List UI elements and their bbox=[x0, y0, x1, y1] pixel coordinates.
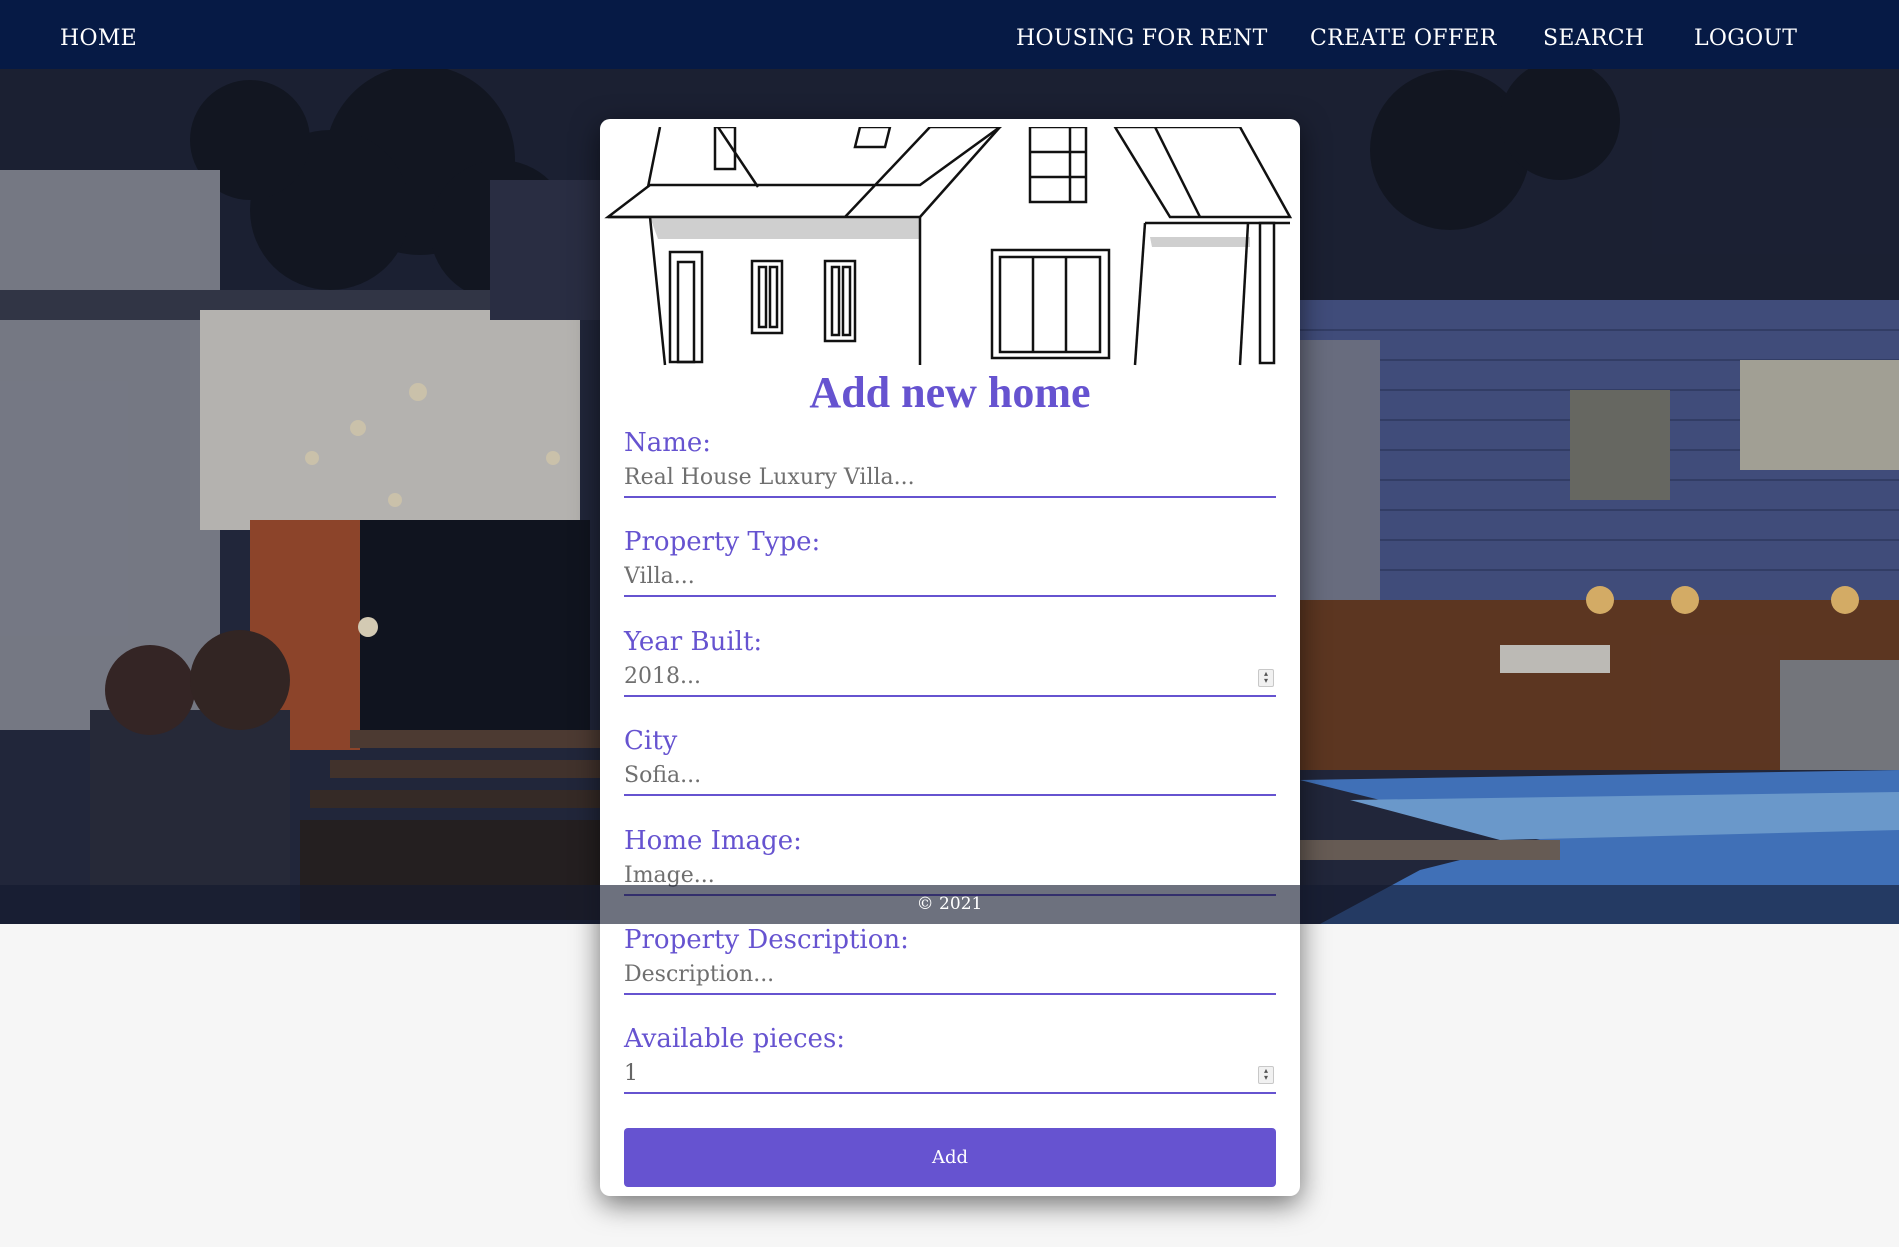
home-image-label: Home Image: bbox=[624, 826, 802, 856]
city-field-group: City bbox=[624, 726, 1276, 796]
year-built-field-group: Year Built: ▴▾ bbox=[624, 627, 1276, 697]
available-pieces-label: Available pieces: bbox=[624, 1024, 846, 1054]
available-pieces-field-group: Available pieces: ▴▾ bbox=[624, 1024, 1276, 1094]
footer-copyright: © 2021 bbox=[0, 885, 1899, 924]
year-built-spinner-icon[interactable]: ▴ ▾ bbox=[1258, 669, 1274, 687]
name-label: Name: bbox=[624, 428, 712, 458]
property-description-input[interactable] bbox=[624, 959, 1224, 989]
name-input[interactable] bbox=[624, 462, 1224, 492]
property-type-field-group: Property Type: bbox=[624, 527, 1276, 597]
nav-link-create-offer[interactable]: CREATE OFFER bbox=[1310, 26, 1497, 51]
property-description-field-group: Property Description: bbox=[624, 925, 1276, 995]
add-button[interactable]: Add bbox=[624, 1128, 1276, 1187]
available-pieces-spinner-icon[interactable]: ▴ ▾ bbox=[1258, 1066, 1274, 1084]
year-built-input[interactable] bbox=[624, 661, 1224, 691]
city-label: City bbox=[624, 726, 678, 756]
nav-link-logout[interactable]: LOGOUT bbox=[1694, 26, 1797, 51]
property-type-input[interactable] bbox=[624, 561, 1224, 591]
name-field-group: Name: bbox=[624, 428, 1276, 498]
add-home-form-card: Add new home Name: Property Type: Year B… bbox=[600, 119, 1300, 1196]
form-title: Add new home bbox=[809, 368, 1091, 417]
nav-link-home[interactable]: HOME bbox=[60, 26, 137, 51]
available-pieces-input[interactable] bbox=[624, 1058, 1224, 1088]
top-navigation-bar: HOME HOUSING FOR RENT CREATE OFFER SEARC… bbox=[0, 0, 1899, 69]
nav-link-search[interactable]: SEARCH bbox=[1543, 26, 1644, 51]
property-type-label: Property Type: bbox=[624, 527, 821, 557]
house-sketch-illustration bbox=[604, 127, 1293, 366]
year-built-label: Year Built: bbox=[624, 627, 763, 657]
nav-link-housing-for-rent[interactable]: HOUSING FOR RENT bbox=[1016, 26, 1268, 51]
property-description-label: Property Description: bbox=[624, 925, 909, 955]
city-input[interactable] bbox=[624, 760, 1224, 790]
